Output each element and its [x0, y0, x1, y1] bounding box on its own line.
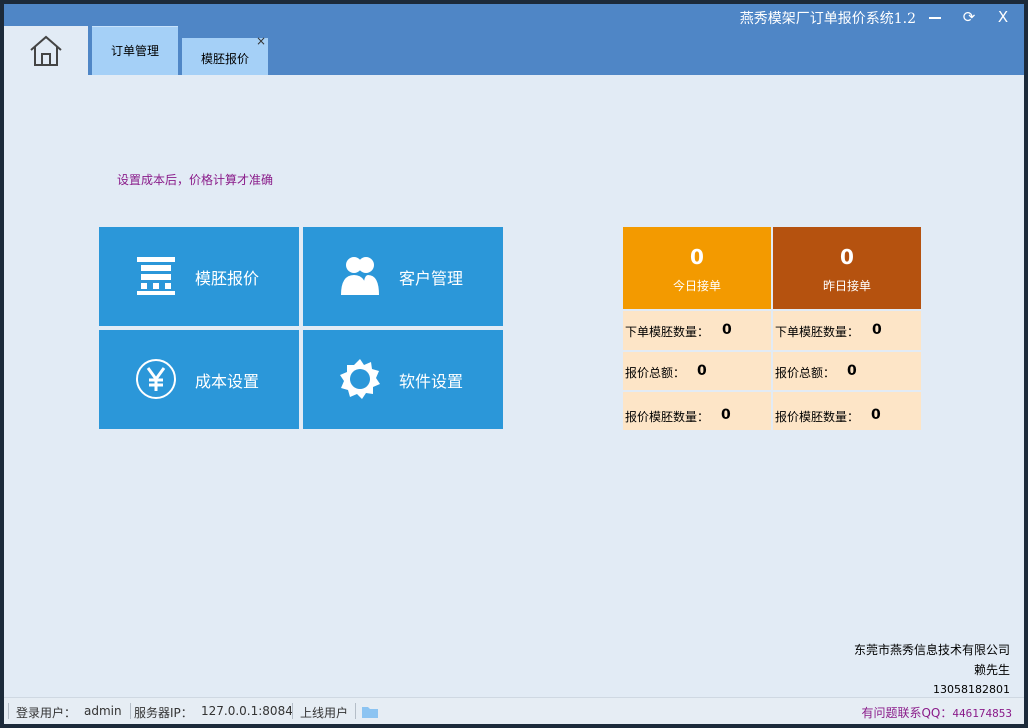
- login-user-label: 登录用户：: [16, 706, 77, 720]
- company-contact: 赖先生: [973, 663, 1010, 677]
- customer-management-tile[interactable]: 客户管理: [303, 227, 503, 326]
- stat-label: 下单模胚数量：: [775, 325, 860, 339]
- tile-label: 模胚报价: [195, 269, 260, 288]
- stat-label: 下单模胚数量：: [625, 325, 710, 339]
- gear-icon: [340, 359, 380, 399]
- minimize-button[interactable]: [918, 6, 952, 28]
- today-quote-total: 报价总额： 0: [623, 352, 771, 390]
- today-order-qty: 下单模胚数量： 0: [623, 311, 771, 350]
- divider: [292, 703, 293, 719]
- title-bar: 燕秀模架厂订单报价系统1.2 ⟳ X 订单管理 模胚报价 ×: [4, 4, 1024, 75]
- app-title: 燕秀模架厂订单报价系统1.2: [739, 11, 916, 27]
- tab-label: 订单管理: [110, 44, 159, 58]
- folder-icon[interactable]: [362, 706, 378, 718]
- mold-base-icon: [137, 257, 175, 295]
- today-quote-qty: 报价模胚数量： 0: [623, 392, 771, 430]
- cost-notice: 设置成本后，价格计算才准确: [117, 173, 274, 187]
- status-bar: 登录用户： admin 服务器IP： 127.0.0.1:8084 上线用户 有…: [4, 697, 1024, 724]
- stat-label: 报价总额：: [775, 366, 836, 380]
- today-orders-count: 0: [690, 245, 704, 269]
- tab-order-management[interactable]: 订单管理: [92, 26, 178, 75]
- users-icon: [341, 257, 379, 295]
- company-info: 东莞市燕秀信息技术有限公司 赖先生 13058182801: [854, 640, 1010, 700]
- server-ip-label: 服务器IP：: [134, 706, 193, 720]
- yesterday-orders-count: 0: [840, 245, 854, 269]
- tile-label: 成本设置: [195, 372, 260, 391]
- login-user-value: admin: [84, 704, 122, 718]
- support-qq-label: 有问题联系QQ：: [861, 706, 953, 720]
- mold-quote-tile[interactable]: 模胚报价: [99, 227, 299, 326]
- online-users-label: 上线用户: [300, 706, 349, 720]
- stat-label: 报价模胚数量：: [625, 410, 710, 424]
- stat-label: 报价总额：: [625, 366, 686, 380]
- server-ip-value: 127.0.0.1:8084: [201, 704, 293, 718]
- yesterday-orders-card[interactable]: 0 昨日接单: [773, 227, 921, 309]
- restore-button[interactable]: ⟳: [952, 6, 986, 28]
- stat-value: 0: [697, 363, 707, 379]
- today-orders-card[interactable]: 0 今日接单: [623, 227, 771, 309]
- divider: [8, 703, 9, 719]
- app-window: 燕秀模架厂订单报价系统1.2 ⟳ X 订单管理 模胚报价 × 设置成本后，价格计…: [4, 4, 1024, 724]
- divider: [130, 703, 131, 719]
- tab-close-icon[interactable]: ×: [256, 34, 266, 48]
- stat-value: 0: [872, 322, 882, 338]
- stat-label: 报价模胚数量：: [775, 410, 860, 424]
- support-qq: 有问题联系QQ：446174853: [861, 704, 1012, 721]
- order-stats-panel: 0 今日接单 0 昨日接单 下单模胚数量： 0 下单模胚数量： 0 报价总额： …: [623, 227, 923, 430]
- tile-label: 客户管理: [399, 269, 464, 288]
- yesterday-orders-caption: 昨日接单: [822, 279, 871, 293]
- stat-value: 0: [722, 322, 732, 338]
- today-orders-caption: 今日接单: [672, 279, 721, 293]
- home-tab[interactable]: [4, 26, 88, 75]
- divider: [355, 703, 356, 719]
- yesterday-order-qty: 下单模胚数量： 0: [773, 311, 921, 350]
- stat-value: 0: [871, 407, 881, 423]
- stat-value: 0: [847, 363, 857, 379]
- minimize-icon: [929, 16, 941, 19]
- support-qq-number: 446174853: [952, 707, 1012, 720]
- home-icon: [30, 35, 62, 66]
- yesterday-quote-total: 报价总额： 0: [773, 352, 921, 390]
- company-name: 东莞市燕秀信息技术有限公司: [853, 643, 1010, 657]
- tab-mold-quote[interactable]: 模胚报价 ×: [182, 34, 268, 75]
- tile-label: 软件设置: [399, 372, 464, 391]
- software-settings-tile[interactable]: 软件设置: [303, 330, 503, 429]
- stat-value: 0: [721, 407, 731, 423]
- yen-icon: [136, 359, 176, 399]
- close-button[interactable]: X: [986, 6, 1020, 28]
- yesterday-quote-qty: 报价模胚数量： 0: [773, 392, 921, 430]
- tab-label: 模胚报价: [200, 52, 249, 66]
- cost-settings-tile[interactable]: 成本设置: [99, 330, 299, 429]
